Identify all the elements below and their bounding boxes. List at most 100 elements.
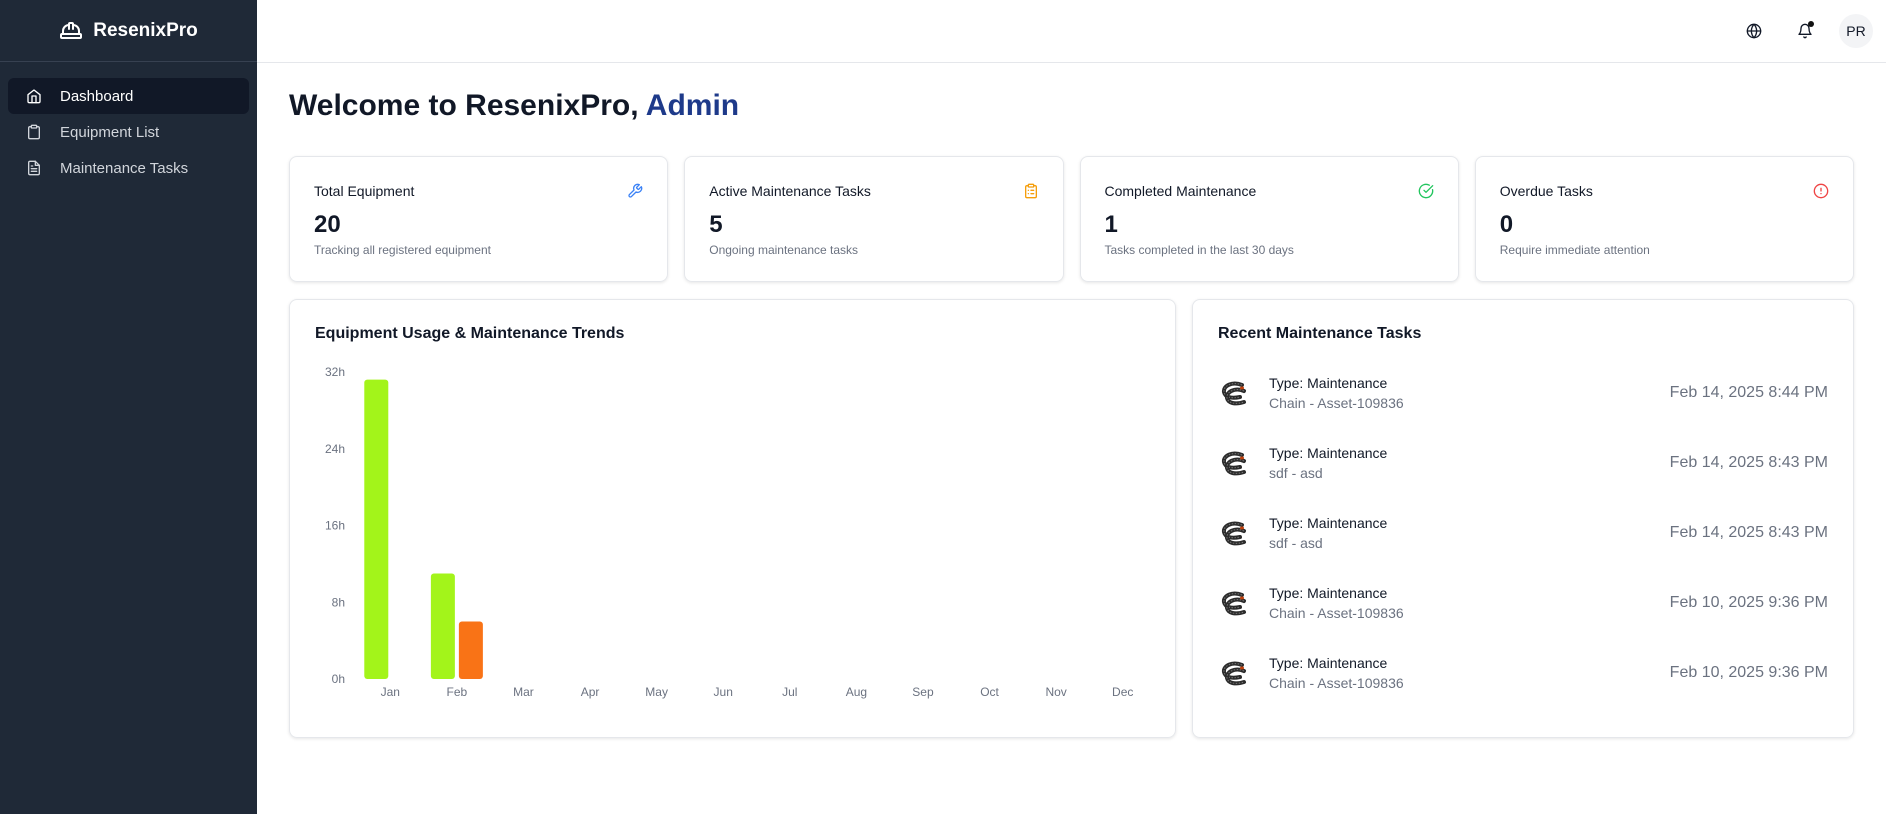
clipboard-icon (1023, 183, 1039, 199)
recent-tasks-panel: Recent Maintenance Tasks Type: Maintenan… (1192, 299, 1854, 738)
task-type: Type: Maintenance (1269, 515, 1388, 531)
x-tick-label: May (645, 685, 668, 699)
task-date: Feb 14, 2025 8:43 PM (1669, 524, 1828, 541)
x-tick-label: Aug (846, 685, 867, 699)
task-asset: Chain - Asset-109836 (1269, 395, 1404, 411)
sidebar-item-equipment-list[interactable]: Equipment List (8, 114, 249, 150)
stat-card-subtitle: Require immediate attention (1499, 243, 1650, 257)
y-tick-label: 32h (325, 365, 345, 379)
stat-card-title: Overdue Tasks (1499, 183, 1593, 199)
sidebar-item-label: Dashboard (60, 87, 134, 105)
chart-bar-feb-1[interactable] (458, 621, 483, 679)
document-icon (26, 160, 42, 176)
sidebar-item-maintenance-tasks[interactable]: Maintenance Tasks (8, 150, 249, 186)
task-date: Feb 10, 2025 9:36 PM (1669, 594, 1828, 611)
usage-chart-panel: 0h 8h 16h 24h 32h Jan Feb Mar Apr May Jun Jul Aug Sep… (289, 299, 1176, 738)
task-row[interactable]: Type: Maintenance Chain - Asset-109836 F… (1218, 358, 1828, 428)
x-tick-label: Apr (581, 685, 600, 699)
globe-icon (1746, 23, 1762, 39)
x-tick-label: Mar (513, 685, 534, 699)
y-tick-label: 8h (332, 595, 345, 609)
sidebar-item-dashboard[interactable]: Dashboard (8, 78, 249, 114)
hard-hat-icon (59, 19, 83, 43)
avatar[interactable]: PR (1839, 14, 1873, 48)
stat-card-value: 5 (709, 211, 723, 238)
chain-icon (1218, 657, 1250, 689)
stat-card-subtitle: Ongoing maintenance tasks (709, 243, 859, 257)
stat-card-title: Total Equipment (314, 183, 415, 199)
task-text: Type: Maintenance Chain - Asset-109836 (1269, 655, 1404, 691)
task-type: Type: Maintenance (1269, 445, 1388, 461)
clipboard-icon (26, 124, 42, 140)
task-row[interactable]: Type: Maintenance Chain - Asset-109836 F… (1218, 568, 1828, 638)
task-row[interactable]: Type: Maintenance Chain - Asset-109836 F… (1218, 638, 1828, 708)
stat-card-value: 1 (1104, 211, 1118, 238)
x-tick-label: Jan (381, 685, 400, 699)
task-asset: sdf - asd (1269, 465, 1323, 481)
chain-icon (1218, 377, 1250, 409)
stat-card-title: Active Maintenance Tasks (709, 183, 871, 199)
stat-card-value: 20 (314, 211, 341, 238)
task-text: Type: Maintenance Chain - Asset-109836 (1269, 375, 1404, 411)
sidebar: ResenixPro Dashboard Equipment List Main… (0, 0, 257, 814)
stat-card-overdue[interactable]: Overdue Tasks 0 Require immediate attent… (1474, 156, 1854, 282)
task-text: Type: Maintenance sdf - asd (1269, 515, 1387, 551)
notifications-button[interactable] (1788, 14, 1822, 48)
usage-bar-chart: 0h 8h 16h 24h 32h Jan Feb Mar Apr May Jun Jul Aug Sep… (325, 365, 1133, 699)
alert-circle-icon (1813, 183, 1829, 199)
stat-card-completed[interactable]: Completed Maintenance 1 Tasks completed … (1079, 156, 1459, 282)
chain-icon (1218, 447, 1250, 479)
task-date: Feb 14, 2025 8:44 PM (1669, 384, 1828, 401)
notification-dot (1808, 21, 1814, 27)
task-type: Type: Maintenance (1269, 655, 1388, 671)
task-list: Type: Maintenance Chain - Asset-109836 F… (1218, 358, 1828, 708)
page-title: Welcome to ResenixPro, Admin (289, 89, 739, 123)
welcome-user: Admin (645, 89, 740, 122)
y-tick-label: 24h (325, 442, 345, 456)
x-tick-label: Dec (1112, 685, 1133, 699)
y-tick-label: 0h (332, 672, 345, 686)
task-type: Type: Maintenance (1269, 375, 1388, 391)
language-button[interactable] (1737, 14, 1771, 48)
task-type: Type: Maintenance (1269, 585, 1388, 601)
stat-card-subtitle: Tracking all registered equipment (314, 243, 491, 257)
app-name: ResenixPro (93, 19, 198, 41)
x-tick-label: Jul (782, 685, 797, 699)
stat-card-total-equipment[interactable]: Total Equipment 20 Tracking all register… (289, 156, 669, 282)
wrench-icon (627, 183, 643, 199)
sidebar-item-label: Maintenance Tasks (60, 159, 189, 177)
welcome-prefix: Welcome to ResenixPro, (289, 89, 646, 122)
task-date: Feb 10, 2025 9:36 PM (1669, 664, 1828, 681)
stat-card-subtitle: Tasks completed in the last 30 days (1104, 243, 1294, 257)
chart-title: Equipment Usage & Maintenance Trends (315, 325, 625, 342)
x-tick-label: Jun (714, 685, 733, 699)
chain-icon (1218, 587, 1250, 619)
task-text: Type: Maintenance sdf - asd (1269, 445, 1387, 481)
stat-card-active-tasks[interactable]: Active Maintenance Tasks 5 Ongoing maint… (684, 156, 1064, 282)
task-row[interactable]: Type: Maintenance sdf - asd Feb 14, 2025… (1218, 498, 1828, 568)
recent-tasks-title: Recent Maintenance Tasks (1218, 325, 1422, 342)
sidebar-item-label: Equipment List (60, 123, 160, 141)
task-row[interactable]: Type: Maintenance sdf - asd Feb 14, 2025… (1218, 428, 1828, 498)
x-tick-label: Feb (447, 685, 468, 699)
y-tick-label: 16h (325, 519, 345, 533)
top-header: PR (257, 0, 1886, 63)
task-text: Type: Maintenance Chain - Asset-109836 (1269, 585, 1404, 621)
task-asset: sdf - asd (1269, 535, 1323, 551)
x-tick-label: Oct (980, 685, 999, 699)
chain-icon (1218, 517, 1250, 549)
check-circle-icon (1418, 183, 1434, 199)
task-asset: Chain - Asset-109836 (1269, 605, 1404, 621)
sidebar-nav: Dashboard Equipment List Maintenance Tas… (0, 62, 257, 202)
brand[interactable]: ResenixPro (0, 0, 257, 62)
x-tick-label: Sep (912, 685, 934, 699)
stat-cards: Total Equipment 20 Tracking all register… (289, 156, 1854, 282)
chart-bar-jan-0[interactable] (364, 379, 389, 679)
task-asset: Chain - Asset-109836 (1269, 675, 1404, 691)
stat-card-value: 0 (1499, 211, 1514, 238)
stat-card-title: Completed Maintenance (1104, 183, 1257, 199)
x-tick-label: Nov (1045, 685, 1066, 699)
home-icon (26, 88, 42, 104)
task-date: Feb 14, 2025 8:43 PM (1669, 454, 1828, 471)
chart-bar-feb-0[interactable] (430, 573, 455, 679)
